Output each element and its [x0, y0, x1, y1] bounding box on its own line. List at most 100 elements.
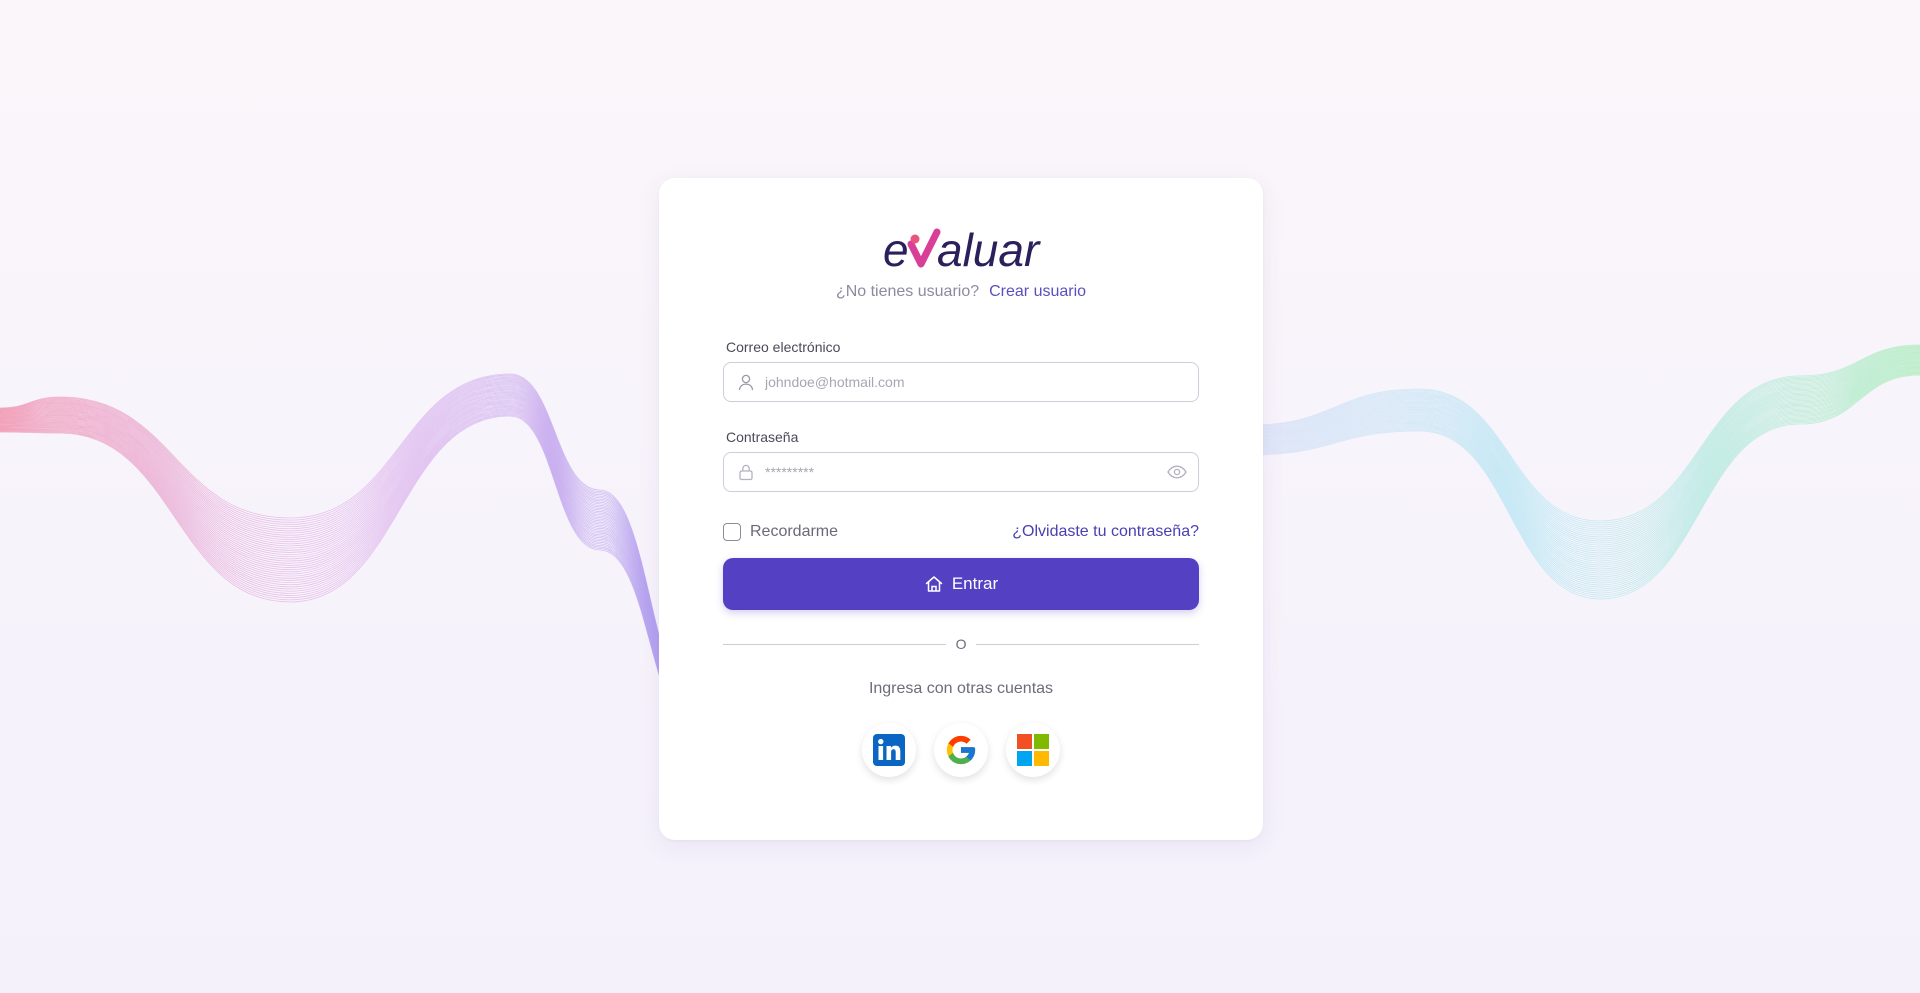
wave-line: [0, 383, 701, 713]
wave-line: [1249, 365, 1920, 576]
wave-line: [0, 413, 701, 734]
wave-line: [1249, 356, 1920, 552]
wave-line: [1249, 355, 1920, 550]
email-field-wrapper: [723, 362, 1199, 402]
svg-text:e: e: [883, 224, 909, 274]
wave-line: [1249, 367, 1920, 582]
wave-line: [0, 386, 701, 715]
wave-line: [1249, 369, 1920, 588]
remember-me[interactable]: Recordarme: [723, 523, 838, 541]
social-login-row: [659, 723, 1263, 777]
linkedin-icon: [873, 734, 905, 766]
wave-line: [1249, 363, 1920, 570]
login-button-label: Entrar: [951, 574, 999, 593]
wave-line: [1249, 360, 1920, 564]
wave-line: [1249, 349, 1920, 534]
wave-line: [0, 402, 701, 727]
wave-line: [1249, 347, 1920, 530]
wave-line: [0, 385, 701, 714]
user-icon: [737, 373, 755, 391]
wave-line: [0, 377, 701, 709]
signup-prompt-row: ¿No tienes usuario? Crear usuario: [659, 283, 1263, 301]
wave-line: [0, 395, 701, 721]
wave-line: [0, 390, 701, 718]
wave-line: [1249, 346, 1920, 526]
wave-line: [1249, 352, 1920, 542]
evaluar-logo-icon: e aluar: [883, 224, 1041, 274]
wave-line: [0, 373, 701, 706]
wave-line: [0, 381, 701, 711]
wave-line: [1249, 374, 1920, 600]
wave-line: [0, 409, 701, 731]
wave-line: [0, 398, 701, 724]
wave-line: [0, 415, 701, 736]
wave-line: [1249, 348, 1920, 532]
linkedin-login-button[interactable]: [862, 723, 916, 777]
wave-line: [1249, 361, 1920, 566]
divider-label: O: [955, 636, 967, 652]
wave-line: [1249, 345, 1920, 524]
wave-line: [0, 399, 701, 724]
wave-line: [1249, 346, 1920, 528]
wave-line: [0, 375, 701, 707]
wave-line: [0, 405, 701, 729]
eye-icon[interactable]: [1166, 461, 1188, 483]
wave-line: [1249, 372, 1920, 594]
wave-line: [1249, 354, 1920, 548]
wave-line: [1249, 366, 1920, 580]
email-label: Correo electrónico: [726, 339, 841, 355]
wave-line: [0, 382, 701, 712]
wave-line: [1249, 359, 1920, 560]
wave-line: [1249, 371, 1920, 592]
wave-line: [1249, 359, 1920, 562]
svg-text:aluar: aluar: [937, 224, 1041, 274]
wave-line: [1249, 366, 1920, 578]
or-divider: O: [723, 634, 1200, 654]
microsoft-icon: [1017, 734, 1049, 766]
wave-line: [0, 376, 701, 708]
home-icon: [924, 574, 944, 594]
wave-line: [1249, 358, 1920, 558]
wave-line: [0, 412, 701, 734]
wave-line: [0, 374, 701, 707]
options-row: Recordarme ¿Olvidaste tu contraseña?: [723, 520, 1199, 544]
wave-line: [0, 380, 701, 711]
wave-line: [0, 388, 701, 717]
wave-line: [0, 401, 701, 726]
wave-line: [0, 378, 701, 710]
wave-line: [0, 403, 701, 727]
wave-line: [1249, 350, 1920, 538]
forgot-password-link[interactable]: ¿Olvidaste tu contraseña?: [1012, 523, 1199, 541]
signup-prompt: ¿No tienes usuario?: [835, 283, 980, 300]
remember-checkbox[interactable]: [723, 523, 741, 541]
wave-line: [1249, 363, 1920, 572]
microsoft-login-button[interactable]: [1006, 723, 1060, 777]
email-input[interactable]: [763, 362, 1198, 402]
wave-line: [1249, 356, 1920, 554]
google-login-button[interactable]: [934, 723, 988, 777]
wave-line: [0, 389, 701, 717]
login-button[interactable]: Entrar: [723, 558, 1199, 610]
wave-line: [0, 394, 701, 721]
brand-logo: e aluar: [659, 222, 1263, 274]
wave-line: [1249, 369, 1920, 586]
wave-line: [1249, 370, 1920, 590]
wave-line: [1249, 353, 1920, 546]
wave-line: [1249, 373, 1920, 596]
wave-line: [0, 406, 701, 730]
wave-line: [0, 384, 701, 714]
password-input[interactable]: [763, 452, 1166, 492]
wave-line: [1249, 368, 1920, 584]
wave-line: [1249, 373, 1920, 598]
wave-line: [1249, 351, 1920, 540]
wave-line: [0, 414, 701, 735]
password-label: Contraseña: [726, 429, 799, 445]
login-card: e aluar ¿No tienes usuario? Crear usuario…: [659, 178, 1263, 840]
wave-line: [0, 411, 701, 733]
create-user-link[interactable]: Crear usuario: [989, 283, 1086, 300]
password-field-wrapper: [723, 452, 1199, 492]
wave-line: [0, 397, 701, 723]
divider-line-right: [976, 643, 1200, 645]
wave-line: [1249, 349, 1920, 536]
alternative-login-text: Ingresa con otras cuentas: [868, 680, 1054, 697]
